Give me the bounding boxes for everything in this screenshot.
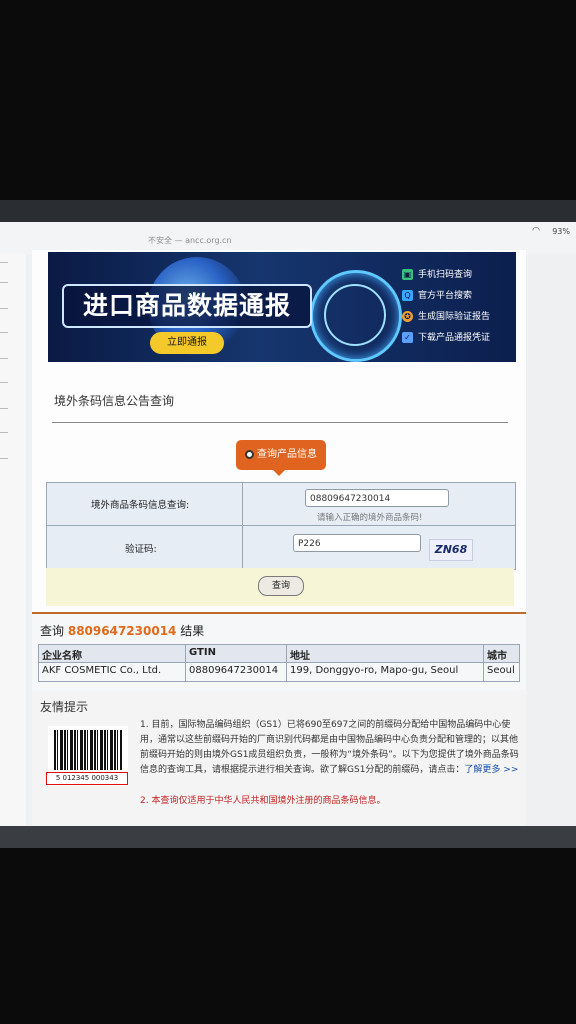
cell-gtin: 08809647230014 (189, 665, 279, 676)
url-bar[interactable]: 不安全 — ancc.org.cn (148, 235, 232, 246)
captcha-image[interactable]: ZN68 (429, 539, 473, 561)
phone-scan-icon: ▣ (402, 269, 413, 280)
battery-indicator: 93% (552, 227, 570, 236)
shield-icon: ✓ (402, 332, 413, 343)
barcode-hint: 请输入正确的境外商品条码! (317, 513, 423, 523)
query-form: 境外商品条码信息查询: 08809647230014 请输入正确的境外商品条码!… (46, 482, 516, 570)
banner-menu-item-search[interactable]: Q 官方平台搜索 (402, 289, 472, 303)
header-address: 地址 (290, 651, 310, 662)
banner-menu-item-report[interactable]: ✪ 生成国际验证报告 (402, 310, 490, 324)
barcode-input[interactable]: 08809647230014 (305, 489, 449, 507)
banner-menu-item-download[interactable]: ✓ 下载产品通报凭证 (402, 331, 490, 345)
tab-caret (273, 470, 285, 476)
radio-icon (245, 449, 254, 459)
cell-address: 199, Donggyo-ro, Mapo-gu, Seoul (290, 665, 459, 676)
search-icon: Q (402, 290, 413, 301)
tip-item-1: 1. 目前，国际物品编码组织（GS1）已将690至697之间的前缀码分配给中国物… (140, 720, 519, 775)
page-content: 进口商品数据通报 立即通报 ▣ 手机扫码查询 Q 官方平台搜索 ✪ 生成国际验证报告 … (32, 250, 526, 826)
barcode-image: 5 012345 000343 (46, 726, 128, 786)
tip-item-2: 2. 本查询仅适用于中华人民共和国境外注册的商品条码信息。 (140, 796, 386, 806)
banner-menu-item-scan[interactable]: ▣ 手机扫码查询 (402, 268, 472, 282)
result-table: 企业名称 GTIN 地址 城市 AKF COSMETIC Co., Ltd. 0… (38, 644, 520, 682)
lens-inner-graphic (324, 284, 386, 346)
promo-banner[interactable]: 进口商品数据通报 立即通报 ▣ 手机扫码查询 Q 官方平台搜索 ✪ 生成国际验证报告 … (48, 252, 516, 362)
captcha-label: 验证码: (125, 544, 157, 555)
header-city: 城市 (487, 651, 507, 662)
wifi-icon: ◠ (532, 226, 540, 236)
result-panel: 查询 8809647230014 结果 企业名称 GTIN 地址 城市 AKF … (32, 612, 526, 692)
cell-company: AKF COSMETIC Co., Ltd. (42, 665, 162, 676)
query-button[interactable]: 查询 (258, 576, 304, 596)
report-now-button[interactable]: 立即通报 (150, 332, 224, 354)
device-bezel-bottom (0, 826, 576, 848)
barcode-bars (54, 730, 122, 770)
table-header (39, 645, 519, 663)
header-company: 企业名称 (42, 651, 82, 662)
submit-area: 查询 (46, 568, 514, 606)
barcode-number: 5 012345 000343 (46, 772, 128, 785)
divider (52, 422, 508, 423)
captcha-input[interactable]: P226 (293, 534, 421, 552)
cell-city: Seoul (487, 665, 515, 676)
tips-title: 友情提示 (40, 700, 89, 714)
section-title: 境外条码信息公告查询 (54, 394, 175, 408)
header-gtin: GTIN (189, 647, 216, 658)
tab-query-product[interactable]: 查询产品信息 (236, 440, 326, 470)
result-title: 查询 8809647230014 结果 (40, 624, 205, 638)
banner-title: 进口商品数据通报 (62, 284, 312, 328)
browser-screen: 不安全 — ancc.org.cn ◠ 93% 进口商品数据通报 立即通报 ▣ 手… (0, 222, 576, 826)
barcode-label: 境外商品条码信息查询: (91, 500, 190, 511)
tips-panel: 友情提示 5 012345 000343 1. 目前，国际物品编码组织（GS1）… (32, 690, 526, 826)
badge-icon: ✪ (402, 311, 413, 322)
sidebar-strip (0, 254, 26, 826)
learn-more-link[interactable]: 了解更多 >> (464, 765, 518, 775)
